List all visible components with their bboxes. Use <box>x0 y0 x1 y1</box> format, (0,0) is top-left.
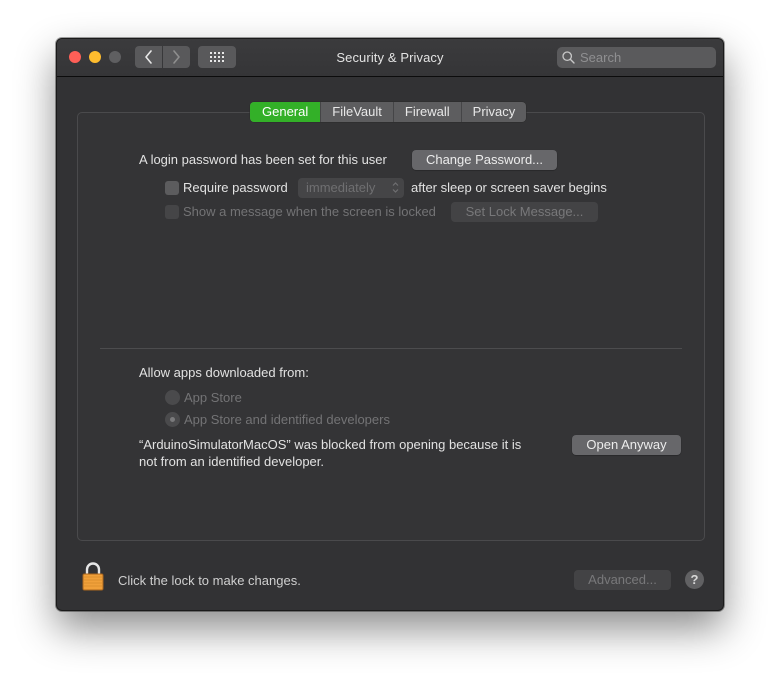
lock-button[interactable] <box>82 561 104 596</box>
change-password-button[interactable]: Change Password... <box>412 150 557 170</box>
title-bar: Security & Privacy <box>57 39 723 77</box>
radio-app-store[interactable] <box>165 390 180 405</box>
search-input[interactable] <box>580 50 700 65</box>
security-privacy-window: Security & Privacy General FileVault Fir… <box>56 38 724 611</box>
show-message-checkbox[interactable] <box>165 205 179 219</box>
require-password-delay-select[interactable]: immediately <box>298 178 404 198</box>
require-password-delay-value: immediately <box>306 180 376 195</box>
require-password-suffix: after sleep or screen saver begins <box>411 180 607 195</box>
section-divider <box>100 348 682 349</box>
help-button[interactable]: ? <box>685 570 704 589</box>
updown-chevron-icon <box>392 181 399 194</box>
tab-firewall[interactable]: Firewall <box>392 102 461 122</box>
search-icon <box>562 51 575 64</box>
tab-privacy[interactable]: Privacy <box>460 102 527 122</box>
radio-app-store-label: App Store <box>184 390 242 405</box>
blocked-message-line1: “ArduinoSimulatorMacOS” was blocked from… <box>139 437 522 452</box>
require-password-label: Require password <box>183 180 288 195</box>
show-message-label: Show a message when the screen is locked <box>183 204 436 219</box>
blocked-message-line2: not from an identified developer. <box>139 454 325 469</box>
advanced-button[interactable]: Advanced... <box>574 570 671 590</box>
allow-apps-label: Allow apps downloaded from: <box>139 365 309 380</box>
tab-general[interactable]: General <box>250 102 321 122</box>
radio-identified-developers-label: App Store and identified developers <box>184 412 390 427</box>
open-anyway-button[interactable]: Open Anyway <box>572 435 681 455</box>
lock-message: Click the lock to make changes. <box>118 573 301 588</box>
padlock-icon <box>82 562 104 595</box>
set-lock-message-button[interactable]: Set Lock Message... <box>451 202 598 222</box>
search-field[interactable] <box>557 47 716 68</box>
question-mark-icon: ? <box>690 572 699 587</box>
tab-bar: General FileVault Firewall Privacy <box>250 102 527 122</box>
radio-identified-developers[interactable] <box>165 412 180 427</box>
tab-filevault[interactable]: FileVault <box>320 102 393 122</box>
general-panel <box>77 112 705 541</box>
require-password-checkbox[interactable] <box>165 181 179 195</box>
login-password-label: A login password has been set for this u… <box>139 152 387 167</box>
radio-selected-dot <box>170 417 175 422</box>
